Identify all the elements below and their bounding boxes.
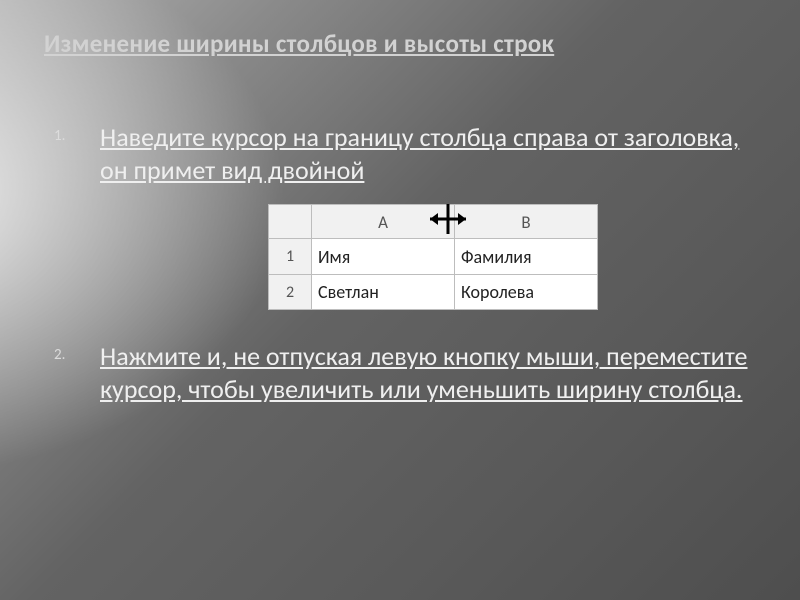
steps-list: Наведите курсор на границу столбца справ…: [44, 121, 756, 186]
col-header-a: A: [312, 205, 455, 239]
cell-a2: Светлан: [312, 274, 455, 309]
row-header-2: 2: [269, 274, 312, 309]
col-header-b: B: [455, 205, 598, 239]
grid-corner: [269, 205, 312, 239]
row-header-1: 1: [269, 239, 312, 274]
cell-b2: Королева: [455, 274, 598, 309]
step-2: Нажмите и, не отпуская левую кнопку мыши…: [44, 340, 756, 405]
slide-title: Изменение ширины столбцов и высоты строк: [44, 28, 756, 59]
excel-grid: A B 1 Имя Фамилия 2 Светлан Королева: [268, 204, 598, 310]
cell-b1: Фамилия: [455, 239, 598, 274]
excel-figure: A B 1 Имя Фамилия 2 Светлан Королева: [268, 204, 598, 310]
steps-list-cont: Нажмите и, не отпуская левую кнопку мыши…: [44, 340, 756, 405]
step-1: Наведите курсор на границу столбца справ…: [44, 121, 756, 186]
slide: Изменение ширины столбцов и высоты строк…: [0, 0, 800, 600]
cell-a1: Имя: [312, 239, 455, 274]
